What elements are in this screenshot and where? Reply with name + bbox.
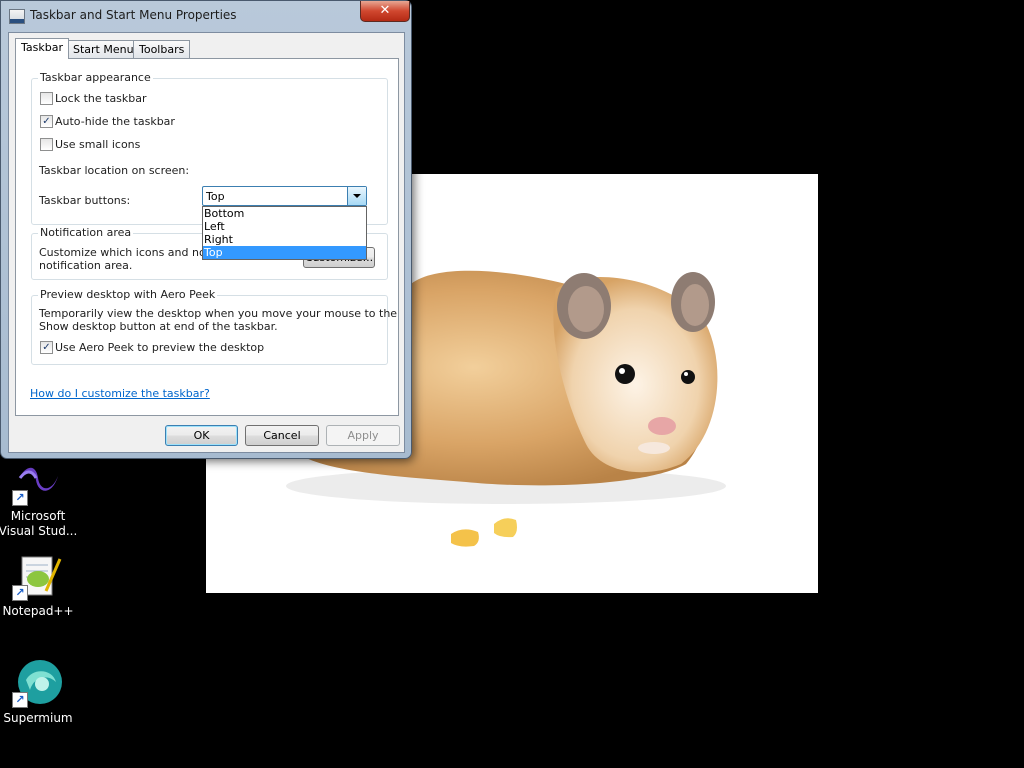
taskbar-window-icon [9,9,25,24]
title-bar[interactable]: Taskbar and Start Menu Properties ✕ [1,1,411,31]
dropdown-option-left[interactable]: Left [203,220,366,233]
close-icon: ✕ [379,3,391,18]
desktop-icon-label: Supermium [3,711,73,725]
notification-description-line2: notification area. [39,259,133,272]
help-link[interactable]: How do I customize the taskbar? [30,387,210,400]
dropdown-option-bottom[interactable]: Bottom [203,207,366,220]
small-icons-checkbox[interactable] [40,138,53,151]
autohide-taskbar-checkbox[interactable]: ✓ [40,115,53,128]
aero-peek-label[interactable]: Use Aero Peek to preview the desktop [55,341,264,354]
group-title: Notification area [38,226,134,239]
visual-studio-icon: ↗ [12,458,64,506]
supermium-icon: ↗ [12,660,64,708]
window-title: Taskbar and Start Menu Properties [30,8,237,22]
aero-peek-description-line2: Show desktop button at end of the taskba… [39,320,278,333]
shortcut-arrow-icon: ↗ [12,585,28,601]
tab-taskbar[interactable]: Taskbar [15,38,69,59]
lock-taskbar-checkbox[interactable] [40,92,53,105]
small-icons-label[interactable]: Use small icons [55,138,140,151]
taskbar-location-label: Taskbar location on screen: [39,164,190,177]
lock-taskbar-label[interactable]: Lock the taskbar [55,92,147,105]
taskbar-properties-dialog: Taskbar and Start Menu Properties ✕ Task… [0,0,412,459]
dropdown-option-top[interactable]: Top [203,246,366,259]
cancel-button[interactable]: Cancel [245,425,319,446]
shortcut-arrow-icon: ↗ [12,692,28,708]
tab-start-menu[interactable]: Start Menu [67,40,140,58]
autohide-taskbar-label[interactable]: Auto-hide the taskbar [55,115,175,128]
ok-button[interactable]: OK [165,425,238,446]
group-title: Preview desktop with Aero Peek [38,288,218,301]
desktop-icon-visual-studio[interactable]: ↗ Microsoft Visual Stud... [0,458,78,539]
desktop-icon-label: Microsoft [10,509,66,523]
tab-toolbars[interactable]: Toolbars [133,40,191,58]
dropdown-option-right[interactable]: Right [203,233,366,246]
taskbar-location-combobox[interactable]: Top [202,186,367,206]
checkmark-icon: ✓ [42,342,51,353]
desktop-icon-supermium[interactable]: ↗ Supermium [0,660,78,726]
desktop-icon-label: Visual Stud... [0,524,78,538]
combobox-value: Top [206,190,225,203]
close-button[interactable]: ✕ [360,1,410,22]
checkmark-icon: ✓ [42,116,51,127]
notepad-plus-plus-icon: ↗ [12,553,64,601]
chevron-down-icon[interactable] [347,187,366,205]
aero-peek-checkbox[interactable]: ✓ [40,341,53,354]
tab-panel-taskbar: Taskbar appearance Lock the taskbar ✓ Au… [15,58,399,416]
group-title: Taskbar appearance [38,71,153,84]
desktop-icon-label: Notepad++ [2,604,74,618]
apply-button[interactable]: Apply [326,425,400,446]
dialog-client-area: Taskbar Start Menu Toolbars Taskbar appe… [8,32,405,453]
aero-peek-description-line1: Temporarily view the desktop when you mo… [39,307,398,320]
taskbar-location-dropdown-list: Bottom Left Right Top [202,206,367,260]
shortcut-arrow-icon: ↗ [12,490,28,506]
desktop-icon-notepad-plus-plus[interactable]: ↗ Notepad++ [0,553,78,619]
taskbar-buttons-label: Taskbar buttons: [39,194,131,207]
